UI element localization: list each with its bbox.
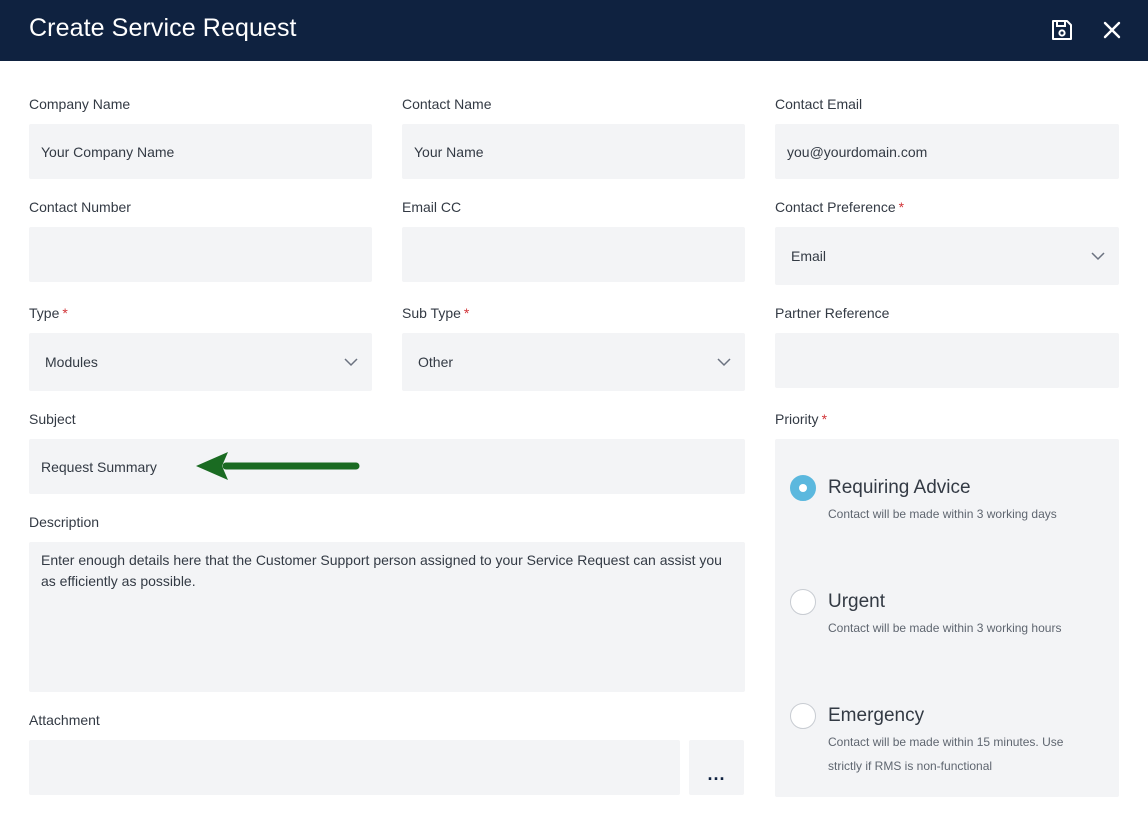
- radio-emergency[interactable]: [790, 703, 816, 729]
- contact-name-label: Contact Name: [402, 96, 492, 112]
- priority-option-label[interactable]: Emergency: [828, 705, 924, 727]
- priority-option-desc: Contact will be made within 15 minutes. …: [828, 735, 1064, 773]
- type-value: Modules: [45, 354, 98, 370]
- browse-label: ...: [707, 764, 726, 784]
- partner-reference-label: Partner Reference: [775, 305, 890, 321]
- company-name-label: Company Name: [29, 96, 131, 112]
- contact-number-input[interactable]: [29, 227, 372, 282]
- email-cc-label: Email CC: [402, 199, 462, 215]
- attachment-browse-button[interactable]: ...: [689, 740, 744, 795]
- sub-type-select[interactable]: Other: [402, 333, 745, 391]
- attachment-input[interactable]: [29, 740, 680, 795]
- description-textarea[interactable]: Enter enough details here that the Custo…: [29, 542, 745, 692]
- dialog-title: Create Service Request: [29, 14, 297, 42]
- priority-option-label[interactable]: Urgent: [828, 591, 885, 613]
- description-label: Description: [29, 514, 100, 530]
- contact-number-label: Contact Number: [29, 199, 131, 215]
- close-icon: [1103, 21, 1121, 39]
- sub-type-label: Sub Type *: [402, 305, 469, 321]
- required-marker: *: [62, 305, 68, 321]
- radio-requiring-advice[interactable]: [790, 475, 816, 501]
- contact-email-label: Contact Email: [775, 96, 863, 112]
- priority-option-desc: Contact will be made within 3 working ho…: [828, 621, 1062, 635]
- required-marker: *: [898, 199, 905, 215]
- subject-value: Request Summary: [41, 458, 157, 475]
- contact-preference-value: Email: [791, 248, 827, 264]
- type-label: Type *: [29, 305, 68, 321]
- priority-label-text: Priority: [775, 411, 819, 427]
- required-marker: *: [463, 305, 470, 321]
- required-marker: *: [821, 411, 828, 427]
- contact-name-input[interactable]: Your Name: [402, 124, 745, 179]
- save-icon: [1052, 20, 1072, 40]
- dialog-header: Create Service Request: [0, 0, 1148, 61]
- contact-preference-label: Contact Preference *: [775, 199, 904, 215]
- sub-type-value: Other: [418, 354, 454, 370]
- type-label-text: Type: [29, 305, 60, 321]
- contact-email-value: you@yourdomain.com: [787, 143, 928, 160]
- radio-urgent[interactable]: [790, 589, 816, 615]
- company-name-value: Your Company Name: [41, 143, 175, 160]
- close-button[interactable]: [1099, 17, 1125, 43]
- type-select[interactable]: Modules: [29, 333, 372, 391]
- company-name-input[interactable]: Your Company Name: [29, 124, 372, 179]
- save-button[interactable]: [1049, 17, 1075, 43]
- partner-reference-input[interactable]: [775, 333, 1119, 388]
- priority-label: Priority *: [775, 411, 827, 427]
- contact-email-input[interactable]: you@yourdomain.com: [775, 124, 1119, 179]
- chevron-down-icon: [1091, 252, 1105, 261]
- contact-name-value: Your Name: [414, 143, 484, 160]
- priority-option-label[interactable]: Requiring Advice: [828, 477, 971, 499]
- chevron-down-icon: [717, 358, 731, 367]
- description-value: Enter enough details here that the Custo…: [41, 552, 722, 589]
- subject-label: Subject: [29, 411, 76, 427]
- priority-option-desc: Contact will be made within 3 working da…: [828, 507, 1057, 521]
- subject-input[interactable]: Request Summary: [29, 439, 745, 494]
- contact-preference-label-text: Contact Preference: [775, 199, 896, 215]
- contact-preference-select[interactable]: Email: [775, 227, 1119, 285]
- arrow-left-icon: [196, 452, 360, 480]
- attachment-label: Attachment: [29, 712, 100, 728]
- sub-type-label-text: Sub Type: [402, 305, 461, 321]
- email-cc-input[interactable]: [402, 227, 745, 282]
- chevron-down-icon: [344, 358, 358, 367]
- priority-radio-group: Requiring Advice Contact will be made wi…: [775, 439, 1119, 797]
